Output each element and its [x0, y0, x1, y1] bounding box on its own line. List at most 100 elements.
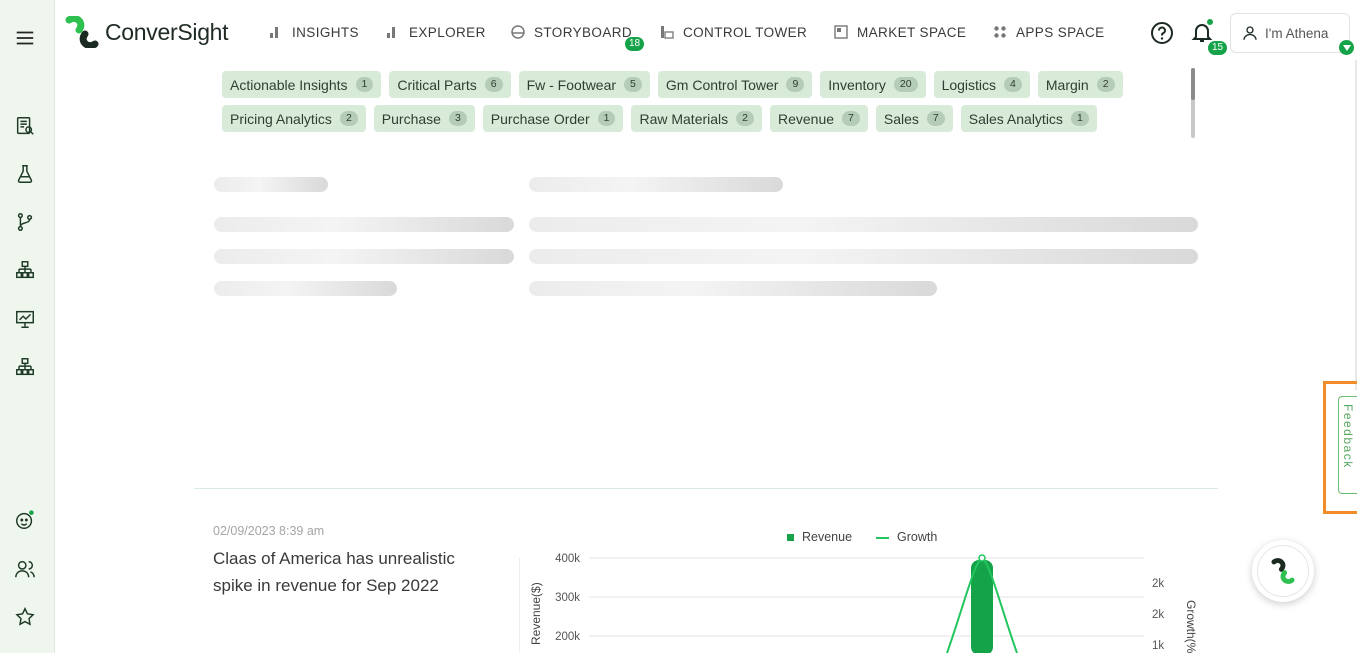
nav-market-space[interactable]: MARKET SPACE [833, 24, 966, 40]
nav-apps-space[interactable]: APPS SPACE [992, 24, 1105, 40]
section-divider [194, 488, 1218, 489]
skeleton-line [529, 177, 783, 192]
tag-chip[interactable]: Sales Analytics 1 [960, 105, 1097, 132]
tag-label: Margin [1045, 76, 1089, 93]
tag-count-badge: 1 [597, 111, 616, 126]
skeleton-line [214, 217, 514, 232]
chart-legend: Revenue Growth [787, 530, 937, 544]
insight-date: 02/09/2023 8:39 am [213, 524, 325, 538]
tag-label: Gm Control Tower [665, 76, 779, 93]
tag-chip[interactable]: Purchase Order 1 [482, 105, 624, 132]
conversight-logo-icon [65, 16, 99, 48]
help-icon[interactable] [1150, 21, 1174, 45]
sidebar [0, 0, 55, 653]
presentation-chart-icon[interactable] [13, 307, 37, 331]
tag-chip[interactable]: Sales 7 [875, 105, 953, 132]
tag-chip[interactable]: Inventory 20 [820, 71, 926, 98]
tag-count-badge: 5 [624, 77, 642, 92]
tag-chip[interactable]: Pricing Analytics 2 [222, 105, 366, 132]
skeleton-line [529, 281, 937, 296]
user-menu-button[interactable]: I'm Athena [1230, 13, 1350, 53]
skeleton-line [529, 217, 1198, 232]
chart-marks [946, 554, 1018, 653]
tag-chip[interactable]: Actionable Insights 1 [222, 71, 382, 98]
insight-title[interactable]: Claas of America has unrealistic spike i… [213, 545, 498, 599]
tag-chip[interactable]: Fw - Footwear 5 [518, 71, 650, 98]
skeleton-line [529, 249, 1198, 264]
storyboard-badge: 18 [625, 37, 645, 51]
tag-chip[interactable]: Revenue 7 [770, 105, 868, 132]
tag-label: Revenue [778, 110, 835, 127]
nav-insights[interactable]: INSIGHTS [268, 24, 359, 40]
user-label: I'm Athena [1265, 25, 1329, 41]
notification-dot [1207, 19, 1213, 25]
tag-label: Raw Materials [639, 110, 729, 127]
hierarchy-icon[interactable] [13, 258, 37, 282]
user-icon [1243, 26, 1257, 40]
growth-point[interactable] [978, 554, 986, 562]
nav-storyboard[interactable]: STORYBOARD [510, 24, 632, 40]
users-icon[interactable] [13, 557, 37, 581]
tag-chip[interactable]: Critical Parts 6 [389, 71, 511, 98]
skeleton-line [214, 177, 328, 192]
tag-count-badge: 2 [339, 111, 358, 126]
y-tick-label: 200k [555, 631, 580, 643]
y-axis-right-ticks: 2k 2k 1k [1152, 578, 1164, 652]
tag-count-badge: 6 [484, 77, 503, 92]
flask-icon[interactable] [13, 162, 37, 186]
tag-count-badge: 20 [893, 77, 918, 92]
tags-scrollbar-thumb[interactable] [1191, 68, 1195, 100]
tag-count-badge: 7 [926, 111, 945, 126]
tag-label: Inventory [828, 76, 886, 93]
skeleton-line [214, 281, 397, 296]
nav-market-space-label: MARKET SPACE [857, 24, 967, 40]
tag-chip[interactable]: Logistics 4 [933, 71, 1030, 98]
nav-explorer[interactable]: EXPLORER [385, 24, 486, 40]
tag-label: Purchase [381, 110, 441, 127]
conversight-logo-icon [1271, 558, 1295, 584]
nav-apps-space-label: APPS SPACE [1016, 24, 1105, 40]
brand-logo[interactable]: ConverSight [65, 16, 229, 48]
star-icon[interactable] [13, 605, 37, 629]
skeleton-line [214, 249, 514, 264]
feedback-label[interactable]: Feedback [1341, 404, 1355, 488]
tag-label: Purchase Order [490, 110, 590, 127]
control-tower-icon [659, 24, 675, 40]
tag-count-badge: 1 [355, 77, 374, 92]
tag-chip[interactable]: Margin 2 [1037, 71, 1123, 98]
market-icon [833, 24, 849, 40]
y-right-tick-label: 1k [1152, 640, 1164, 652]
assistant-chat-button[interactable] [1252, 540, 1314, 602]
nav-control-tower[interactable]: CONTROL TOWER [659, 24, 807, 40]
topic-tags: Actionable Insights 1 Critical Parts 6 Fw - … [222, 71, 1182, 139]
tag-label: Sales [883, 110, 919, 127]
tag-label: Critical Parts [397, 76, 477, 93]
tag-count-badge: 2 [736, 111, 754, 126]
logo-text: ConverSight [105, 18, 229, 45]
tag-chip[interactable]: Raw Materials 2 [631, 105, 762, 132]
y-right-tick-label: 2k [1152, 578, 1164, 590]
tag-chip[interactable]: Purchase 3 [373, 105, 475, 132]
tag-row: Pricing Analytics 2 Purchase 3 Purchase Orde… [222, 105, 1182, 132]
legend-revenue-label: Revenue [802, 530, 852, 544]
tag-chip[interactable]: Gm Control Tower 9 [657, 71, 813, 98]
apps-grid-icon [992, 24, 1008, 40]
menu-hamburger-icon[interactable] [13, 26, 37, 50]
tag-count-badge: 7 [842, 111, 860, 126]
tag-label: Logistics [941, 76, 997, 93]
y-tick-label: 300k [555, 592, 580, 604]
chevron-down-icon[interactable] [1339, 40, 1354, 55]
git-branch-icon[interactable] [13, 210, 37, 234]
legend-revenue-swatch [787, 534, 794, 541]
tag-count-badge: 1 [1070, 111, 1089, 126]
nav-explorer-label: EXPLORER [409, 24, 486, 40]
report-search-icon[interactable] [13, 114, 37, 138]
y-axis-right-label: Growth(%) [1184, 600, 1198, 653]
tag-label: Pricing Analytics [230, 110, 332, 127]
assistant-face-icon[interactable] [13, 508, 37, 532]
sitemap-icon[interactable] [13, 355, 37, 379]
top-header: ConverSight INSIGHTS EXPLORER STORYBOARD… [55, 0, 1357, 64]
nav-insights-label: INSIGHTS [292, 24, 359, 40]
y-axis-label: Revenue($) [529, 582, 543, 645]
tag-count-badge: 2 [1096, 77, 1115, 92]
